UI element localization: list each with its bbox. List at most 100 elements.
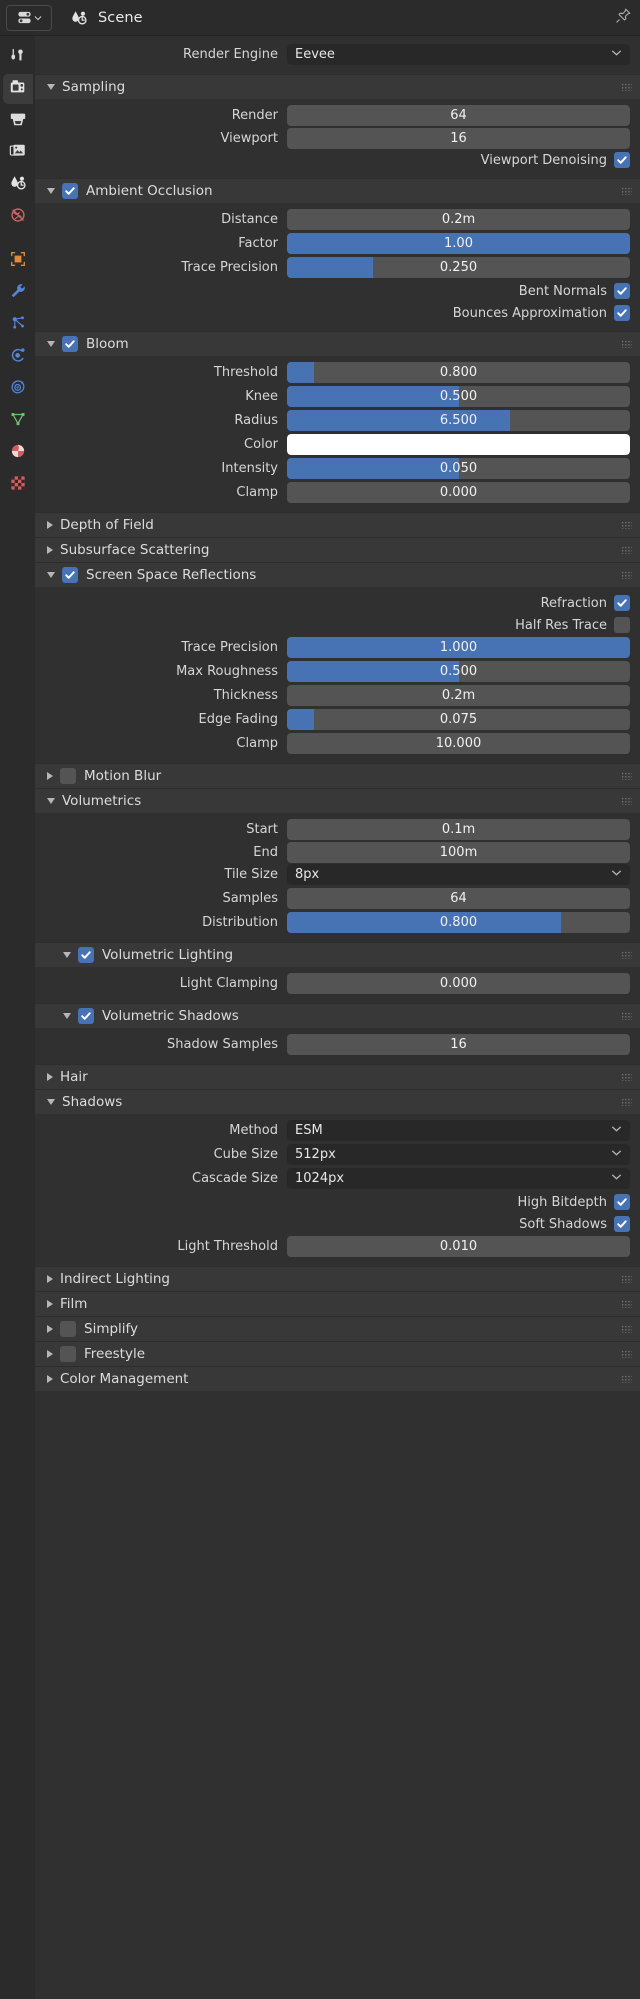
panel-header-hair[interactable]: Hair [35, 1064, 640, 1089]
panel-header-indirect-lighting[interactable]: Indirect Lighting [35, 1266, 640, 1291]
drag-grip-icon[interactable] [621, 1098, 632, 1106]
dropdown-field[interactable]: ESM [287, 1120, 630, 1141]
sidebar-item-particles[interactable] [3, 310, 33, 340]
checkbox-half-res-trace[interactable] [614, 617, 630, 633]
checkbox-row[interactable]: High Bitdepth [35, 1191, 630, 1213]
color-field[interactable] [287, 434, 630, 455]
sidebar-item-tool[interactable] [3, 42, 33, 72]
sidebar-item-modifiers[interactable] [3, 278, 33, 308]
slider-field[interactable]: 1.000 [287, 637, 630, 658]
panel-header-color-management[interactable]: Color Management [35, 1366, 640, 1391]
sidebar-item-object[interactable] [3, 246, 33, 276]
checkbox-bounces-approximation[interactable] [614, 305, 630, 321]
checkbox-soft-shadows[interactable] [614, 1216, 630, 1232]
number-field[interactable]: 10.000 [287, 733, 630, 754]
checkbox-refraction[interactable] [614, 595, 630, 611]
slider-field[interactable]: 0.800 [287, 362, 630, 383]
sidebar-item-object-data[interactable] [3, 406, 33, 436]
drag-grip-icon[interactable] [621, 1300, 632, 1308]
panel-checkbox-freestyle[interactable] [60, 1346, 76, 1362]
slider-field[interactable]: 0.075 [287, 709, 630, 730]
panel-header-volumetric-shadows[interactable]: Volumetric Shadows [35, 1003, 640, 1028]
number-field[interactable]: 0.2m [287, 685, 630, 706]
slider-field[interactable]: 6.500 [287, 410, 630, 431]
sidebar-item-view-layer[interactable] [3, 138, 33, 168]
drag-grip-icon[interactable] [621, 772, 632, 780]
panel-checkbox-motion-blur[interactable] [60, 768, 76, 784]
number-field[interactable]: 64 [287, 888, 630, 909]
checkbox-row[interactable]: Soft Shadows [35, 1213, 630, 1235]
drag-grip-icon[interactable] [621, 1350, 632, 1358]
drag-grip-icon[interactable] [621, 521, 632, 529]
panel-header-screen-space-reflections[interactable]: Screen Space Reflections [35, 562, 640, 587]
render-properties-list[interactable]: Render Engine Eevee SamplingRender64View… [35, 36, 640, 1999]
slider-field[interactable]: 0.800 [287, 912, 630, 933]
render-engine-dropdown[interactable]: Eevee [287, 44, 630, 65]
checkbox-row[interactable]: Bent Normals [35, 280, 630, 302]
pin-icon[interactable] [615, 7, 632, 28]
sidebar-item-output[interactable] [3, 106, 33, 136]
slider-field[interactable]: 0.250 [287, 257, 630, 278]
drag-grip-icon[interactable] [621, 1375, 632, 1383]
number-field[interactable]: 16 [287, 1034, 630, 1055]
dropdown-field[interactable]: 1024px [287, 1168, 630, 1189]
panel-checkbox-volumetric-shadows[interactable] [78, 1008, 94, 1024]
panel-header-subsurface-scattering[interactable]: Subsurface Scattering [35, 537, 640, 562]
checkbox-row[interactable]: Refraction [35, 592, 630, 614]
panel-header-bloom[interactable]: Bloom [35, 331, 640, 356]
dropdown-field[interactable]: 512px [287, 1144, 630, 1165]
panel-checkbox-simplify[interactable] [60, 1321, 76, 1337]
drag-grip-icon[interactable] [621, 1012, 632, 1020]
drag-grip-icon[interactable] [621, 546, 632, 554]
drag-grip-icon[interactable] [621, 951, 632, 959]
number-field[interactable]: 0.010 [287, 1236, 630, 1257]
panel-header-volumetric-lighting[interactable]: Volumetric Lighting [35, 942, 640, 967]
drag-grip-icon[interactable] [621, 571, 632, 579]
panel-checkbox-ambient-occlusion[interactable] [62, 183, 78, 199]
number-field[interactable]: 0.2m [287, 209, 630, 230]
checkbox-bent-normals[interactable] [614, 283, 630, 299]
number-field[interactable]: 16 [287, 128, 630, 149]
number-field[interactable]: 0.000 [287, 482, 630, 503]
sidebar-item-world[interactable] [3, 202, 33, 232]
checkbox-row[interactable]: Viewport Denoising [35, 149, 630, 171]
number-field[interactable]: 64 [287, 105, 630, 126]
panel-checkbox-volumetric-lighting[interactable] [78, 947, 94, 963]
drag-grip-icon[interactable] [621, 1325, 632, 1333]
drag-grip-icon[interactable] [621, 187, 632, 195]
number-field[interactable]: 0.1m [287, 819, 630, 840]
sidebar-item-scene[interactable] [3, 170, 33, 200]
slider-field[interactable]: 0.500 [287, 661, 630, 682]
slider-field[interactable]: 0.500 [287, 386, 630, 407]
panel-checkbox-bloom[interactable] [62, 336, 78, 352]
panel-checkbox-screen-space-reflections[interactable] [62, 567, 78, 583]
panel-header-sampling[interactable]: Sampling [35, 74, 640, 99]
number-field[interactable]: 100m [287, 842, 630, 863]
slider-field[interactable]: 0.050 [287, 458, 630, 479]
drag-grip-icon[interactable] [621, 1073, 632, 1081]
checkbox-row[interactable]: Half Res Trace [35, 614, 630, 636]
panel-header-simplify[interactable]: Simplify [35, 1316, 640, 1341]
drag-grip-icon[interactable] [621, 797, 632, 805]
checkbox-row[interactable]: Bounces Approximation [35, 302, 630, 324]
sidebar-item-texture[interactable] [3, 470, 33, 500]
panel-header-volumetrics[interactable]: Volumetrics [35, 788, 640, 813]
dropdown-field[interactable]: 8px [287, 864, 630, 885]
editor-type-button[interactable] [6, 5, 52, 31]
panel-header-freestyle[interactable]: Freestyle [35, 1341, 640, 1366]
drag-grip-icon[interactable] [621, 1275, 632, 1283]
sidebar-item-object-constraints[interactable] [3, 374, 33, 404]
sidebar-item-material[interactable] [3, 438, 33, 468]
checkbox-high-bitdepth[interactable] [614, 1194, 630, 1210]
panel-header-ambient-occlusion[interactable]: Ambient Occlusion [35, 178, 640, 203]
number-field[interactable]: 0.000 [287, 973, 630, 994]
sidebar-item-render[interactable] [3, 74, 33, 104]
slider-field[interactable]: 1.00 [287, 233, 630, 254]
sidebar-item-physics[interactable] [3, 342, 33, 372]
panel-header-motion-blur[interactable]: Motion Blur [35, 763, 640, 788]
drag-grip-icon[interactable] [621, 83, 632, 91]
panel-header-shadows[interactable]: Shadows [35, 1089, 640, 1114]
drag-grip-icon[interactable] [621, 340, 632, 348]
panel-header-film[interactable]: Film [35, 1291, 640, 1316]
checkbox-viewport-denoising[interactable] [614, 152, 630, 168]
